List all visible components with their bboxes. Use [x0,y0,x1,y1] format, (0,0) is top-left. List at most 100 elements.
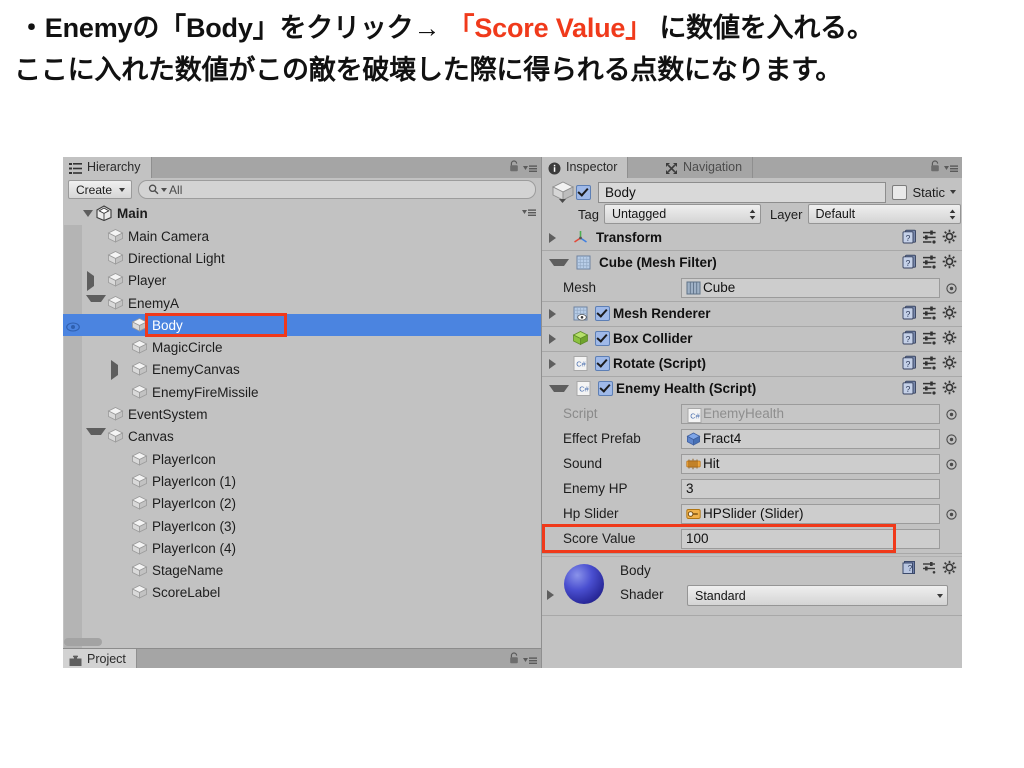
gameobject-cube-icon [131,562,148,579]
component-header[interactable]: Cube (Mesh Filter)? [542,251,962,275]
component-enabled-checkbox[interactable] [595,306,610,321]
hierarchy-horizontal-scrollbar[interactable] [64,638,540,646]
object-picker-icon[interactable] [946,458,957,470]
collapse-arrow-icon[interactable] [549,259,569,266]
gear-icon[interactable] [942,254,957,269]
lock-icon[interactable] [509,652,519,664]
help-icon[interactable]: ? [902,305,917,320]
expand-arrow-icon[interactable] [87,270,104,291]
object-picker-icon[interactable] [946,282,957,294]
expand-arrow-icon[interactable] [549,232,566,243]
component-header[interactable]: C# Enemy Health (Script)? [542,377,962,401]
mesh-object-field[interactable]: Cube [681,277,940,298]
component-header[interactable]: Box Collider? [542,327,962,351]
preset-icon[interactable] [922,229,937,244]
hierarchy-item-label: EnemyA [128,295,180,311]
component-enabled-checkbox[interactable] [595,331,610,346]
hierarchy-item[interactable]: Canvas [63,426,541,448]
expand-arrow-icon[interactable] [549,358,566,369]
object-picker-icon[interactable] [946,408,957,420]
expand-arrow-icon[interactable] [111,359,128,380]
object-picker-icon[interactable] [946,433,957,445]
hierarchy-item-selected[interactable]: Body [63,314,541,337]
gear-icon[interactable] [942,229,957,244]
tab-navigation[interactable]: Navigation [659,157,754,178]
material-row-icons: ? [902,560,957,575]
help-icon[interactable]: ? [902,330,917,345]
panel-menu-icon[interactable] [523,653,537,664]
property-field[interactable]: HPSlider (Slider) [681,503,940,524]
gear-icon[interactable] [942,330,957,345]
tab-inspector[interactable]: Inspector [542,157,629,178]
component-enabled-checkbox[interactable] [595,356,610,371]
hierarchy-item[interactable]: PlayerIcon (4) [63,537,541,559]
collapse-arrow-icon[interactable] [549,385,569,392]
tab-project[interactable]: Project [63,649,137,668]
gear-icon[interactable] [942,560,957,575]
hierarchy-item[interactable]: StageName [63,559,541,581]
preset-icon[interactable] [922,305,937,320]
hierarchy-item[interactable]: PlayerIcon (1) [63,470,541,492]
hierarchy-item[interactable]: EnemyFireMissile [63,381,541,403]
preset-icon[interactable] [922,560,937,575]
preset-icon[interactable] [922,355,937,370]
help-icon[interactable]: ? [902,560,917,575]
panel-menu-icon[interactable] [944,161,958,172]
hierarchy-item[interactable]: EnemyCanvas [63,359,541,381]
expand-arrow-icon[interactable] [549,333,566,344]
property-field[interactable]: 3 [681,478,940,499]
help-icon[interactable]: ? [902,229,917,244]
scene-row-menu-icon[interactable] [522,207,536,217]
property-field[interactable]: 100 [681,528,940,549]
hierarchy-item[interactable]: MagicCircle [63,336,541,358]
hierarchy-search-input[interactable]: All [138,180,536,199]
object-picker-icon[interactable] [946,508,957,520]
hierarchy-item[interactable]: EnemyA [63,292,541,314]
visibility-eye-icon[interactable] [66,320,80,332]
collapse-arrow-icon[interactable] [86,428,106,445]
preset-icon[interactable] [922,330,937,345]
scene-root-row[interactable]: Main [63,201,541,226]
static-checkbox[interactable] [892,184,908,200]
help-icon[interactable]: ? [902,254,917,269]
scrollbar-thumb[interactable] [64,638,102,646]
hierarchy-item[interactable]: Directional Light [63,247,541,269]
component-header[interactable]: Mesh Renderer? [542,302,962,326]
help-icon[interactable]: ? [902,380,917,395]
property-field[interactable]: Fract4 [681,428,940,449]
component-enabled-checkbox[interactable] [598,381,613,396]
lock-icon[interactable] [930,160,940,172]
property-field[interactable]: Hit [681,453,940,474]
property-field[interactable]: C# EnemyHealth [681,403,940,424]
hierarchy-item[interactable]: PlayerIcon (2) [63,493,541,515]
hierarchy-item[interactable]: EventSystem [63,403,541,425]
search-filter-chevron-icon[interactable] [161,187,168,192]
hierarchy-item[interactable]: Main Camera [63,225,541,247]
hierarchy-item[interactable]: PlayerIcon (3) [63,515,541,537]
tag-dropdown[interactable]: Untagged [603,204,761,224]
gear-icon[interactable] [942,355,957,370]
scene-expand-icon[interactable] [83,209,93,217]
preset-icon[interactable] [922,254,937,269]
component-header[interactable]: C# Rotate (Script)? [542,352,962,376]
help-icon[interactable]: ? [902,355,917,370]
component-header[interactable]: Transform? [542,226,962,250]
gameobject-enabled-checkbox[interactable] [576,184,591,200]
hierarchy-item[interactable]: ScoreLabel [63,582,541,604]
collapse-arrow-icon[interactable] [86,294,106,312]
tab-hierarchy[interactable]: Hierarchy [63,157,152,178]
preset-icon[interactable] [922,380,937,395]
gear-icon[interactable] [942,380,957,395]
hierarchy-item[interactable]: Player [63,270,541,292]
expand-arrow-icon[interactable] [549,308,566,319]
layer-dropdown[interactable]: Default [807,204,961,224]
gameobject-name-field[interactable]: Body [598,181,887,203]
material-expand-icon[interactable] [547,590,554,600]
hierarchy-item[interactable]: PlayerIcon [63,448,541,470]
static-dropdown-icon[interactable] [950,190,956,194]
gear-icon[interactable] [942,305,957,320]
shader-dropdown[interactable]: Standard [687,585,948,606]
lock-icon[interactable] [509,160,519,172]
create-button[interactable]: Create [68,180,133,199]
panel-menu-icon[interactable] [523,161,537,172]
